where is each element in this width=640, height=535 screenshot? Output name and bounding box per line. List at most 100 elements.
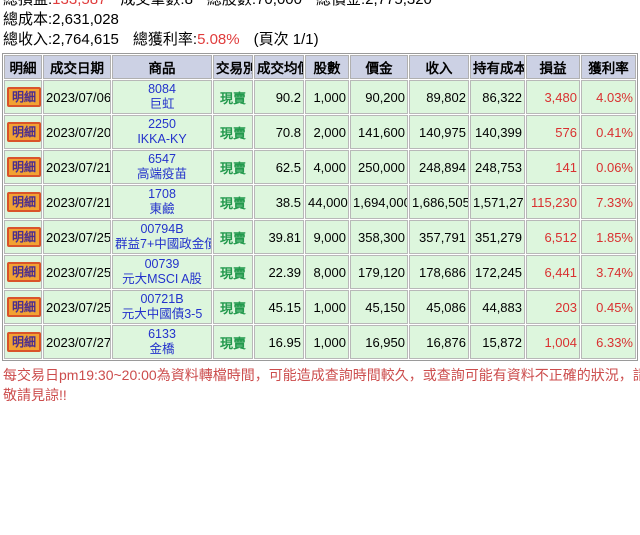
profit-loss-cell: 6,512	[526, 220, 580, 254]
amount-cell: 45,150	[350, 290, 408, 324]
product-code: 6133	[115, 327, 209, 342]
income-cell: 1,686,505	[409, 185, 469, 219]
profit-rate-cell: 1.85%	[581, 220, 636, 254]
trade-type-cell: 現賣	[213, 80, 253, 114]
profit-loss-cell: 1,004	[526, 325, 580, 359]
trade-date-cell: 2023/07/25	[43, 220, 111, 254]
table-row: 明細 2023/07/21 6547 高端疫苗 現賣 62.5 4,000 25…	[4, 150, 636, 184]
deal-count-value: 8	[185, 0, 193, 8]
detail-cell: 明細	[4, 290, 42, 324]
profit-rate-cell: 0.06%	[581, 150, 636, 184]
realized-profit-loss-page: 總損益:133,587成交筆數:8總股數:70,000總價金:2,775,320…	[0, 0, 640, 535]
product-name: 元大MSCI A股	[115, 272, 209, 287]
income-cell: 89,802	[409, 80, 469, 114]
total-pl-value: 133,587	[52, 0, 106, 8]
trade-date-cell: 2023/07/20	[43, 115, 111, 149]
product-code: 2250	[115, 117, 209, 132]
trade-type-cell: 現賣	[213, 115, 253, 149]
income-cell: 248,894	[409, 150, 469, 184]
income-cell: 16,876	[409, 325, 469, 359]
shares-cell: 44,000	[305, 185, 349, 219]
total-shares-value: 70,000	[256, 0, 302, 8]
col-header-profit-loss: 損益	[526, 55, 580, 79]
col-header-shares: 股數	[305, 55, 349, 79]
detail-button[interactable]: 明細	[7, 157, 41, 177]
summary-block: 總損益:133,587成交筆數:8總股數:70,000總價金:2,775,320…	[3, 0, 640, 50]
income-cell: 357,791	[409, 220, 469, 254]
profit-rate-cell: 6.33%	[581, 325, 636, 359]
total-amount-value: 2,775,320	[365, 0, 432, 8]
trade-date-cell: 2023/07/21	[43, 185, 111, 219]
avg-price-cell: 62.5	[254, 150, 304, 184]
total-shares-label: 總股數:	[207, 0, 256, 8]
detail-button[interactable]: 明細	[7, 87, 41, 107]
product-cell: 00739 元大MSCI A股	[112, 255, 212, 289]
col-header-trade-type: 交易別	[213, 55, 253, 79]
profit-loss-cell: 3,480	[526, 80, 580, 114]
product-cell: 2250 IKKA-KY	[112, 115, 212, 149]
detail-button[interactable]: 明細	[7, 297, 41, 317]
holding-cost-cell: 44,883	[470, 290, 525, 324]
profit-loss-cell: 115,230	[526, 185, 580, 219]
col-header-trade-date: 成交日期	[43, 55, 111, 79]
col-header-product: 商品	[112, 55, 212, 79]
trade-date-cell: 2023/07/06	[43, 80, 111, 114]
detail-cell: 明細	[4, 220, 42, 254]
summary-line-cost: 總成本:2,631,028	[3, 10, 640, 30]
col-header-holding-cost: 持有成本	[470, 55, 525, 79]
table-row: 明細 2023/07/21 1708 東鹼 現賣 38.5 44,000 1,6…	[4, 185, 636, 219]
summary-line-income: 總收入:2,764,615總獲利率:5.08%(頁次 1/1)	[3, 30, 640, 50]
col-header-amount: 價金	[350, 55, 408, 79]
product-name: 群益7+中國政金債	[115, 237, 209, 252]
profit-loss-cell: 141	[526, 150, 580, 184]
income-cell: 178,686	[409, 255, 469, 289]
detail-cell: 明細	[4, 150, 42, 184]
product-code: 8084	[115, 82, 209, 97]
detail-button[interactable]: 明細	[7, 332, 41, 352]
col-header-avg-price: 成交均價	[254, 55, 304, 79]
product-name: 高端疫苗	[115, 167, 209, 182]
table-header: 明細 成交日期 商品 交易別 成交均價 股數 價金 收入 持有成本 損益 獲利率	[4, 55, 636, 79]
table-row: 明細 2023/07/06 8084 巨虹 現賣 90.2 1,000 90,2…	[4, 80, 636, 114]
page-indicator: (頁次 1/1)	[254, 31, 319, 48]
profit-loss-cell: 576	[526, 115, 580, 149]
shares-cell: 2,000	[305, 115, 349, 149]
avg-price-cell: 45.15	[254, 290, 304, 324]
trade-type-cell: 現賣	[213, 220, 253, 254]
detail-button[interactable]: 明細	[7, 192, 41, 212]
detail-button[interactable]: 明細	[7, 122, 41, 142]
total-amount-label: 總價金:	[316, 0, 365, 8]
detail-cell: 明細	[4, 255, 42, 289]
avg-price-cell: 22.39	[254, 255, 304, 289]
detail-cell: 明細	[4, 80, 42, 114]
amount-cell: 90,200	[350, 80, 408, 114]
amount-cell: 179,120	[350, 255, 408, 289]
detail-button[interactable]: 明細	[7, 262, 41, 282]
profit-rate-cell: 3.74%	[581, 255, 636, 289]
table-row: 明細 2023/07/27 6133 金橋 現賣 16.95 1,000 16,…	[4, 325, 636, 359]
avg-price-cell: 39.81	[254, 220, 304, 254]
detail-cell: 明細	[4, 115, 42, 149]
detail-button[interactable]: 明細	[7, 227, 41, 247]
product-name: IKKA-KY	[115, 132, 209, 147]
holding-cost-cell: 351,279	[470, 220, 525, 254]
shares-cell: 1,000	[305, 80, 349, 114]
product-cell: 6547 高端疫苗	[112, 150, 212, 184]
avg-price-cell: 70.8	[254, 115, 304, 149]
col-header-detail: 明細	[4, 55, 42, 79]
product-cell: 1708 東鹼	[112, 185, 212, 219]
disclaimer-line-1: 每交易日pm19:30~20:00為資料轉檔時間，可能造成查詢時間較久，或查詢可…	[3, 365, 640, 385]
product-name: 金橋	[115, 342, 209, 357]
product-cell: 00721B 元大中國債3-5	[112, 290, 212, 324]
profit-rate-cell: 4.03%	[581, 80, 636, 114]
shares-cell: 1,000	[305, 325, 349, 359]
table-row: 明細 2023/07/25 00721B 元大中國債3-5 現賣 45.15 1…	[4, 290, 636, 324]
amount-cell: 16,950	[350, 325, 408, 359]
product-name: 元大中國債3-5	[115, 307, 209, 322]
table-header-row: 明細 成交日期 商品 交易別 成交均價 股數 價金 收入 持有成本 損益 獲利率	[4, 55, 636, 79]
total-profit-rate-label: 總獲利率:	[133, 31, 197, 48]
product-cell: 00794B 群益7+中國政金債	[112, 220, 212, 254]
table-body: 明細 2023/07/06 8084 巨虹 現賣 90.2 1,000 90,2…	[4, 80, 636, 359]
detail-cell: 明細	[4, 185, 42, 219]
total-profit-rate-value: 5.08%	[197, 31, 240, 48]
